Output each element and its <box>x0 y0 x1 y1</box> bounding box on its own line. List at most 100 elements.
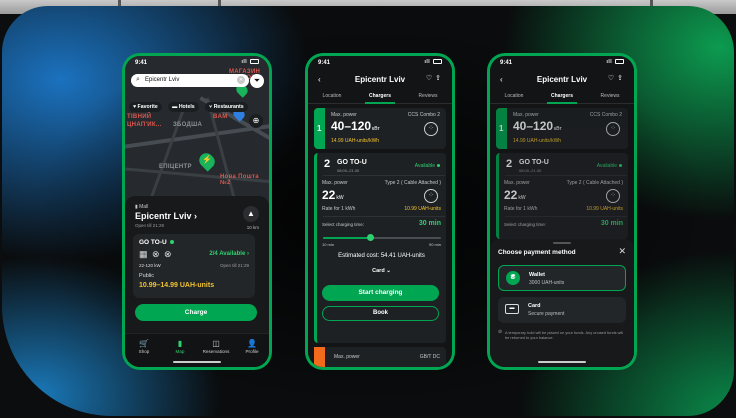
info-icon: ⊘ <box>498 329 503 335</box>
search-input[interactable]: ⌕ Epicentr Lviv ✕ <box>131 74 249 87</box>
charger-1[interactable]: 1 Max. power CCS Combo 2 40–120кВт ⁘ 14.… <box>314 108 446 149</box>
tab-reviews[interactable]: Reviews <box>586 93 634 99</box>
navigate-icon: ▲ <box>247 209 255 218</box>
charger-2: 2 GO TO-U 08:00–21:30 Available Max. pow… <box>314 153 446 343</box>
connector-type: CCS Combo 2 <box>407 112 440 118</box>
payment-method-sheet: Choose payment method ✕ ₴ Wallet 3000 UA… <box>490 239 634 367</box>
map-label-epicentr: ЕПІЦЕНТР <box>159 164 192 170</box>
tab-shop[interactable]: 🛒 Shop <box>129 339 159 354</box>
status-bar: 9:41 ıll <box>308 56 452 68</box>
heart-icon[interactable]: ♡ <box>608 75 617 82</box>
signal-icon: ıll <box>424 59 442 65</box>
rate-value: 10.99 UAH-units <box>404 206 441 212</box>
sheet-title: Choose payment method <box>498 249 576 256</box>
charger-1[interactable]: 1 Max. power CCS Combo 2 40–120кВт ⁘ 14.… <box>496 108 628 149</box>
ccs-plug-icon: ⁘ <box>606 122 620 136</box>
station-card[interactable]: GO TO-U ▦ ⊗ ⊗ 2/4 Available › 22-120 kW … <box>133 234 255 298</box>
card-icon: ▬ <box>505 304 519 314</box>
place-title[interactable]: Epicentr Lviv › <box>135 211 197 221</box>
station-tabs: Location Chargers Reviews <box>308 92 452 104</box>
status-time: 9:41 <box>135 60 148 66</box>
connector-icons: ▦ ⊗ ⊗ <box>139 249 173 259</box>
map-label-mid: ЗБОДША <box>173 122 203 128</box>
chargers-screen: 9:41 ıll ‹ Epicentr Lviv ♡⇪ Location Cha… <box>308 56 452 367</box>
time-value: 30 min <box>418 220 441 227</box>
tab-reviews[interactable]: Reviews <box>404 93 452 99</box>
wallet-name: Wallet <box>529 272 545 278</box>
wallet-icon: ₴ <box>506 271 520 285</box>
type2-plug-icon: ⁘ <box>424 189 438 203</box>
tab-map[interactable]: ▮ Map <box>165 339 195 354</box>
payment-select[interactable]: Card ⌄ <box>317 268 446 274</box>
phone-payment: 9:41 ıll ‹ Epicentr Lviv ♡⇪ Location Cha… <box>487 53 637 370</box>
tab-location[interactable]: Location <box>308 93 356 99</box>
charger-3[interactable]: Max. power GB/T DC <box>314 347 446 367</box>
hold-note: ⊘ A temporary hold will be placed on you… <box>498 329 624 341</box>
place-distance: 10 km <box>246 225 259 230</box>
slider-knob[interactable] <box>367 234 375 241</box>
place-category: ▮ Mall <box>135 204 149 210</box>
connector-type: GB/T DC <box>419 354 440 360</box>
charge-button[interactable]: Charge <box>135 304 257 321</box>
max-power-label: Max. power <box>322 180 348 186</box>
active-tab-underline <box>547 102 577 104</box>
station-tabs: Location Chargers Reviews <box>490 92 634 104</box>
chip-favorite[interactable]: ♥ Favorite <box>129 102 162 112</box>
sheet-grabber[interactable] <box>553 242 571 244</box>
max-power-label: Max. power <box>334 354 360 360</box>
cart-icon: 🛒 <box>139 339 149 348</box>
share-icon[interactable]: ⇪ <box>617 75 626 82</box>
charger-number: 1 <box>317 124 322 133</box>
tab-chargers[interactable]: Chargers <box>356 93 404 99</box>
charger-2: 2 GO TO-U 08:00–21:30 Available Max. pow… <box>496 153 628 239</box>
rate: 14.99 UAH-units/kWh <box>331 138 380 144</box>
status-bar: 9:41 ıll <box>490 56 634 68</box>
wallet-option[interactable]: ₴ Wallet 3000 UAH-units <box>498 265 626 291</box>
battery-icon <box>250 59 259 65</box>
power-range: 22-120 kW <box>139 263 161 268</box>
phone-chargers: 9:41 ıll ‹ Epicentr Lviv ♡⇪ Location Cha… <box>305 53 455 370</box>
max-power-label: Max. power <box>331 112 357 118</box>
tab-chargers[interactable]: Chargers <box>538 93 586 99</box>
tab-reservations[interactable]: ◫ Reservations <box>201 339 231 354</box>
station-header: ‹ Epicentr Lviv ♡⇪ <box>490 68 634 94</box>
reservations-icon: ◫ <box>212 339 220 348</box>
map-label-left-a: ТІВНИЙ <box>127 114 152 120</box>
price-range: 10.99–14.99 UAH-units <box>139 282 215 289</box>
filter-icon: ⏷ <box>253 76 261 85</box>
close-icon[interactable]: ✕ <box>618 246 626 257</box>
book-button[interactable]: Book <box>322 306 439 321</box>
connector-type: Type 2 ( Cable Attached ) <box>384 180 441 186</box>
start-charging-button[interactable]: Start charging <box>322 285 439 301</box>
clear-icon[interactable]: ✕ <box>237 76 245 84</box>
navigate-button[interactable]: ▲ <box>243 206 259 222</box>
signal-icon: ıll <box>606 59 624 65</box>
type2-plug-icon: ⁘ <box>606 189 620 203</box>
rate-label: Rate for 1 kWh <box>322 206 356 212</box>
operator-name: GO TO-U <box>139 239 174 246</box>
charger-number: 2 <box>324 158 331 170</box>
heart-icon[interactable]: ♡ <box>426 75 435 82</box>
map-label-left-b: ЦНАП'ИК... <box>127 122 162 128</box>
power-value: 40–120кВт <box>513 119 562 133</box>
locate-icon: ⊕ <box>252 116 260 125</box>
profile-icon: 👤 <box>247 339 257 348</box>
tab-location[interactable]: Location <box>490 93 538 99</box>
chevron-down-icon: ⌄ <box>386 268 391 274</box>
tab-profile[interactable]: 👤 Profile <box>237 339 267 354</box>
battery-icon <box>615 59 624 65</box>
card-option[interactable]: ▬ Card Secure payment <box>498 297 626 323</box>
chip-hotels[interactable]: ▬ Hotels <box>168 102 199 112</box>
charger-hours: 08:00–21:30 <box>337 168 360 173</box>
share-icon[interactable]: ⇪ <box>435 75 444 82</box>
chip-restaurants[interactable]: ⑂ Restaurants <box>205 102 248 112</box>
map-screen: МАГАЗИН ЧИСТОТИ ТІВНИЙ ЦНАП'ИК... ЗБОДША… <box>125 56 269 367</box>
filter-button[interactable]: ⏷ <box>250 74 264 88</box>
slider-fill <box>323 237 371 239</box>
map-label-nova: Нова Пошта №2 <box>220 174 259 186</box>
map-icon: ▮ <box>177 339 183 348</box>
search-icon: ⌕ <box>136 76 140 83</box>
card-hours: Open till 21:29 <box>219 263 249 268</box>
locate-button[interactable]: ⊕ <box>249 114 263 128</box>
tab-bar: 🛒 Shop ▮ Map ◫ Reservations 👤 Profile <box>125 333 269 367</box>
